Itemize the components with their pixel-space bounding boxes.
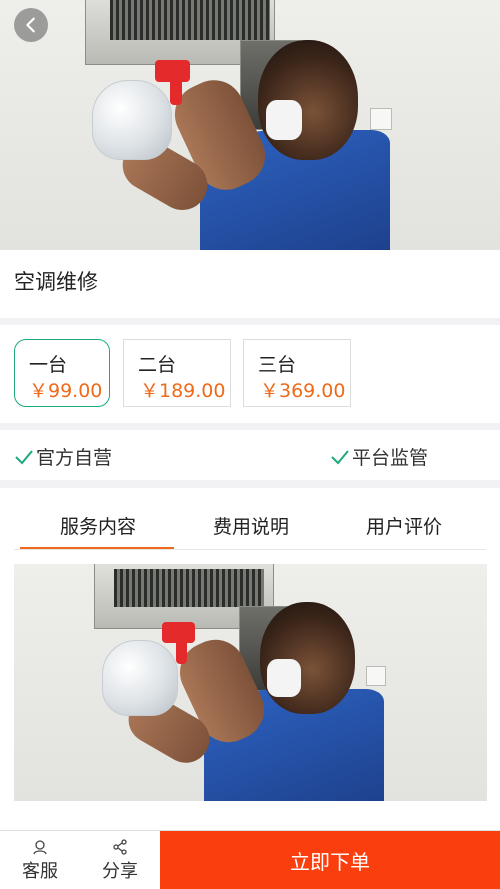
option-name: 三台 (258, 354, 297, 376)
option-one-unit[interactable]: 一台 ￥99.00 (14, 339, 110, 407)
guarantee-official: 官方自营 (14, 443, 112, 470)
guarantee-platform: 平台监管 (330, 443, 428, 470)
share-icon (113, 838, 127, 855)
option-price: ￥99.00 (29, 380, 103, 402)
customer-service-label: 客服 (22, 860, 58, 882)
option-name: 二台 (138, 354, 177, 376)
hero-image (0, 0, 500, 250)
option-price: ￥189.00 (140, 380, 226, 402)
product-title-card: 空调维修 (0, 250, 500, 318)
option-name: 一台 (29, 354, 68, 376)
guarantee-label: 官方自营 (36, 447, 113, 469)
quantity-options: 一台 ￥99.00 二台 ￥189.00 三台 ￥369.00 (0, 325, 500, 423)
option-price: ￥369.00 (260, 380, 346, 402)
tab-fee-description[interactable]: 费用说明 (213, 512, 289, 539)
detail-section: 服务内容 费用说明 用户评价 (0, 488, 500, 830)
check-icon (331, 449, 349, 464)
guarantee-label: 平台监管 (352, 447, 429, 469)
option-two-units[interactable]: 二台 ￥189.00 (123, 339, 231, 407)
chevron-left-icon (26, 17, 35, 33)
tab-service-content[interactable]: 服务内容 (60, 512, 136, 539)
share-label: 分享 (102, 860, 138, 882)
ac-repair-photo (14, 564, 487, 801)
customer-service-icon (33, 839, 47, 854)
order-now-button[interactable]: 立即下单 (160, 831, 500, 889)
customer-service-button[interactable]: 客服 (0, 831, 80, 889)
back-button[interactable] (14, 8, 48, 42)
ac-repair-photo (0, 0, 500, 250)
active-tab-indicator (20, 547, 174, 549)
service-content-image (14, 564, 487, 801)
bottom-action-bar: 客服 分享 立即下单 (0, 830, 500, 889)
guarantee-strip: 官方自营 平台监管 (0, 430, 500, 480)
option-three-units[interactable]: 三台 ￥369.00 (243, 339, 351, 407)
detail-tabs: 服务内容 费用说明 用户评价 (14, 488, 486, 550)
check-icon (15, 449, 33, 464)
share-button[interactable]: 分享 (80, 831, 160, 889)
product-title: 空调维修 (14, 270, 98, 294)
tab-user-reviews[interactable]: 用户评价 (366, 512, 442, 539)
page: 空调维修 一台 ￥99.00 二台 ￥189.00 三台 ￥369.00 官方自… (0, 0, 500, 889)
